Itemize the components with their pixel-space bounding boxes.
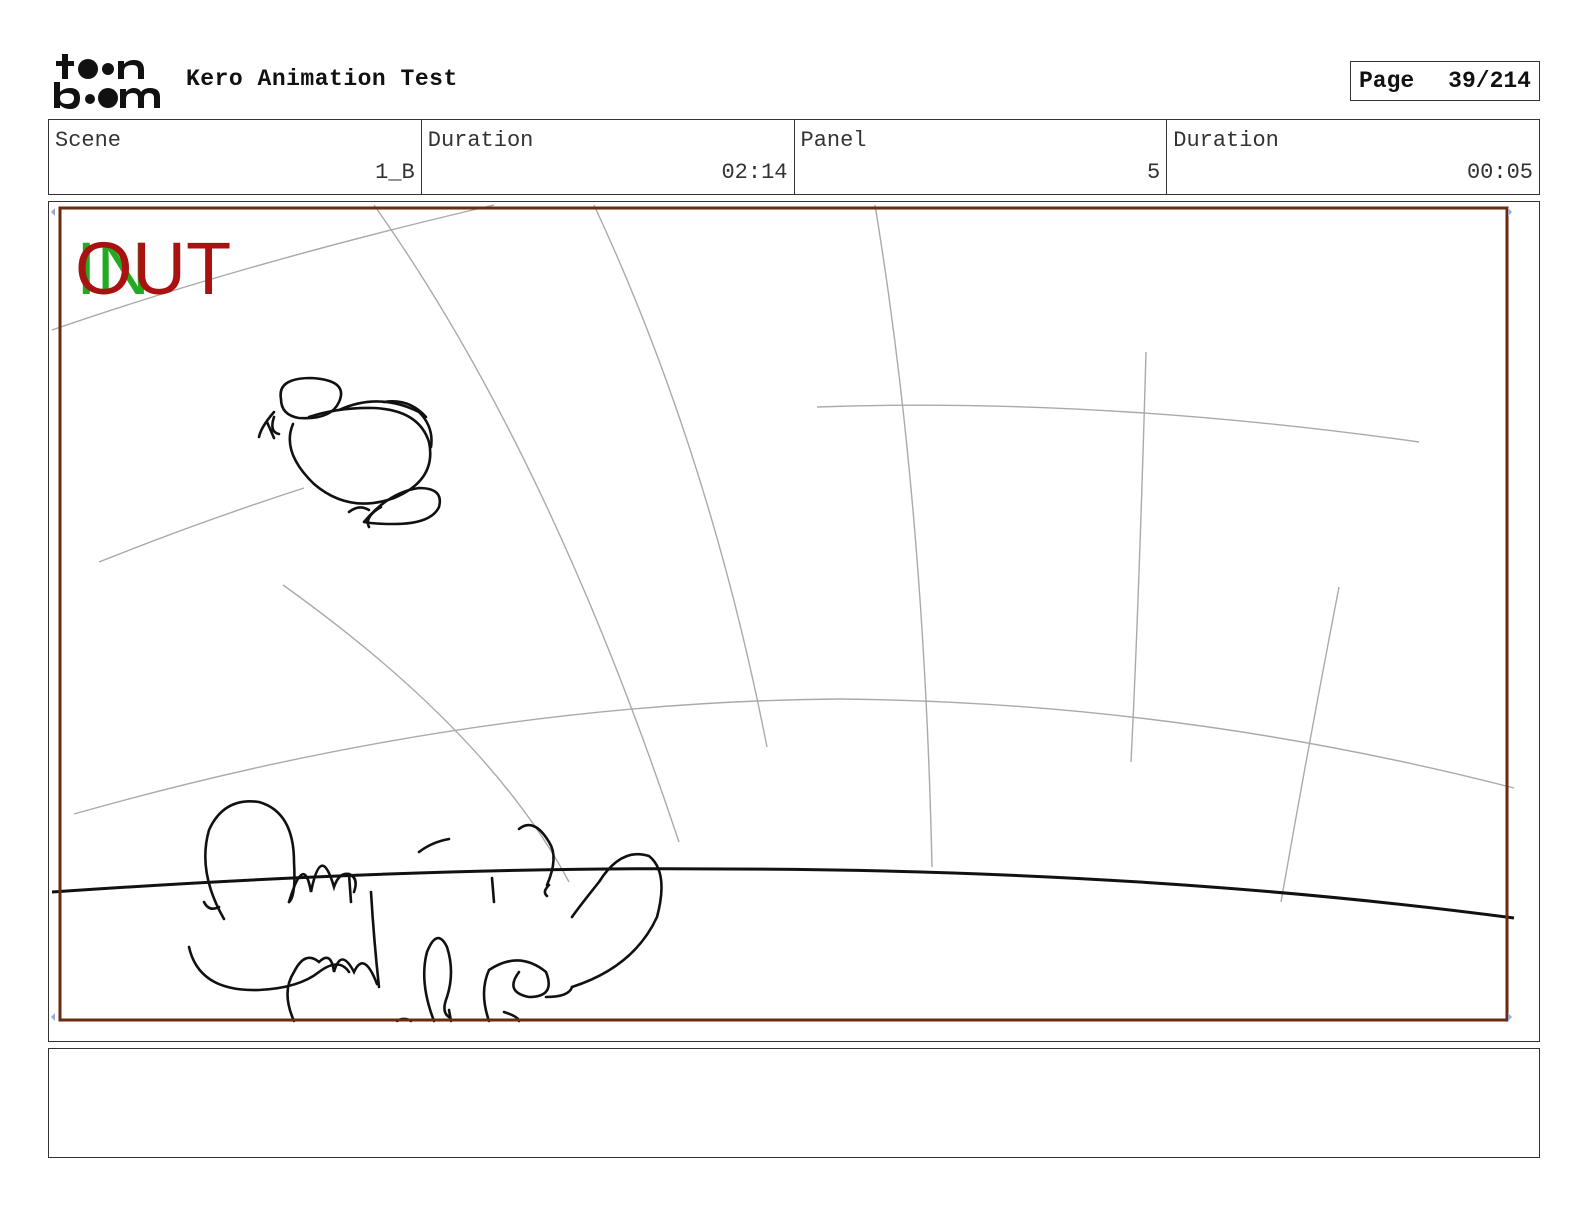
panel-cell: Panel 5	[795, 120, 1168, 194]
characters-sketch	[187, 800, 663, 1023]
scene-duration-value: 02:14	[721, 160, 788, 185]
project-title: Kero Animation Test	[186, 66, 458, 92]
panel-label: Panel	[800, 128, 867, 153]
panel-duration-value: 00:05	[1466, 160, 1533, 185]
frame-corner-markers	[51, 208, 1512, 1021]
horizon-line	[51, 867, 1515, 920]
page-label: Page	[1359, 68, 1415, 94]
bird-sketch	[257, 376, 442, 529]
scene-value: 1_B	[375, 160, 415, 185]
panel-sketch	[51, 204, 1515, 1023]
scene-duration-cell: Duration 02:14	[422, 120, 795, 194]
scene-cell: Scene 1_B	[49, 120, 422, 194]
panel-info-table: Scene 1_B Duration 02:14 Panel 5 Duratio…	[48, 119, 1540, 195]
out-marker: OUT	[75, 227, 232, 310]
storyboard-panel: IN OUT	[48, 201, 1540, 1042]
camera-frame	[58, 206, 1509, 1022]
panel-value: 5	[1147, 160, 1161, 185]
toon-boom-logo	[52, 50, 164, 112]
scene-label: Scene	[55, 128, 122, 153]
panel-duration-cell: Duration 00:05	[1167, 120, 1539, 194]
perspective-guides	[51, 204, 1515, 903]
panel-notes	[48, 1048, 1540, 1158]
page-number: 39/214	[1448, 68, 1531, 94]
page-indicator: Page 39/214	[1350, 61, 1540, 101]
scene-duration-label: Duration	[427, 128, 534, 153]
panel-duration-label: Duration	[1173, 128, 1279, 153]
